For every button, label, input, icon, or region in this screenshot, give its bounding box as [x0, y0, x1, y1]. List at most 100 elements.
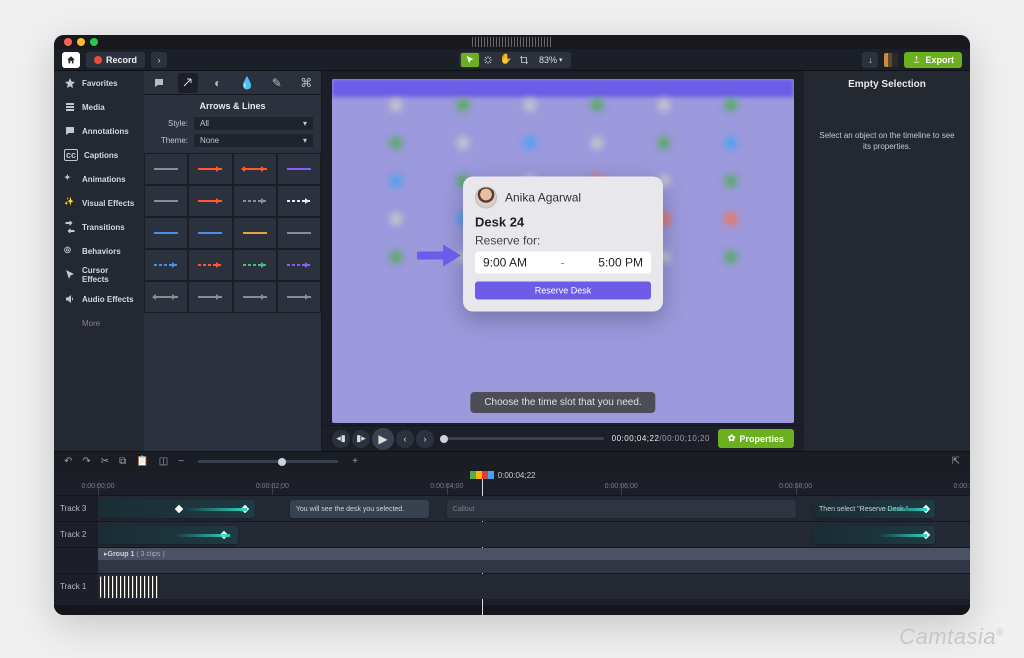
clip[interactable]: You will see the desk you selected. — [290, 500, 430, 518]
track-lane[interactable] — [98, 522, 970, 547]
tracks: Track 3You will see the desk you selecte… — [54, 495, 970, 605]
annotation-item[interactable] — [277, 281, 321, 313]
reserve-desk-button[interactable]: Reserve Desk — [475, 282, 651, 300]
clip[interactable]: Then select "Reserve Desk." — [813, 500, 935, 518]
zoom-level[interactable]: 83%▾ — [533, 55, 569, 65]
topbar: Record › ✋ 83%▾ ↓ Export — [54, 49, 970, 71]
annotation-item[interactable] — [144, 249, 188, 281]
cut-button[interactable]: ✂ — [101, 456, 109, 467]
annotation-item[interactable] — [188, 153, 232, 185]
annotation-item[interactable] — [277, 217, 321, 249]
home-button[interactable] — [62, 52, 80, 68]
annotation-item[interactable] — [144, 185, 188, 217]
annotation-item[interactable] — [188, 249, 232, 281]
step-forward-button[interactable]: › — [416, 430, 434, 448]
anno-tab-keystroke[interactable]: ⌘ — [296, 73, 316, 93]
track-label[interactable]: Track 3 — [54, 496, 98, 521]
annotation-item[interactable] — [233, 153, 277, 185]
annotation-item[interactable] — [144, 281, 188, 313]
track-label[interactable]: Track 1 — [54, 574, 98, 599]
crop-tool[interactable] — [515, 53, 533, 67]
track-lane[interactable]: You will see the desk you selected. Callo… — [98, 496, 970, 521]
annotation-item[interactable] — [188, 185, 232, 217]
minimize-window-button[interactable] — [77, 38, 85, 46]
timeline-ruler[interactable]: 0:00:04;22 0:00:00;000:00:02;000:00:04;0… — [54, 471, 970, 495]
clip[interactable] — [98, 500, 255, 518]
select-tool[interactable] — [461, 53, 479, 67]
prev-frame-button[interactable]: ◂▮ — [332, 430, 350, 448]
annotation-item[interactable] — [233, 185, 277, 217]
timeline-zoom-slider[interactable] — [198, 460, 338, 463]
timeline-scrollbar[interactable] — [54, 605, 970, 615]
stage: Anika Agarwal Desk 24 Reserve for: 9:00 … — [332, 79, 794, 423]
properties-button[interactable]: ✿ Properties — [718, 429, 794, 448]
media-clip[interactable] — [100, 576, 160, 598]
avatar — [475, 187, 497, 209]
annotations-title: Arrows & Lines — [144, 95, 321, 115]
track-label[interactable] — [54, 548, 98, 573]
sidebar-item-more[interactable]: More — [54, 311, 144, 335]
sidebar-item-favorites[interactable]: Favorites — [54, 71, 144, 95]
annotation-item[interactable] — [188, 281, 232, 313]
group-header[interactable]: ▸ Group 1 ( 3 clips ) — [98, 548, 970, 560]
playhead-marker[interactable] — [470, 471, 494, 479]
zoom-out-button[interactable]: − — [178, 456, 184, 467]
maximize-window-button[interactable] — [90, 38, 98, 46]
sidebar-item-transitions[interactable]: Transitions — [54, 215, 144, 239]
split-button[interactable]: ◫ — [159, 456, 168, 467]
annotation-item[interactable] — [233, 249, 277, 281]
sidebar-item-behaviors[interactable]: ◎Behaviors — [54, 239, 144, 263]
anno-tab-shapes[interactable]: ◐ — [208, 73, 228, 93]
redo-button[interactable]: ↷ — [82, 456, 90, 467]
record-button[interactable]: Record — [86, 52, 145, 68]
style-select[interactable]: All▾ — [194, 117, 313, 130]
annotation-item[interactable] — [144, 153, 188, 185]
step-back-button[interactable]: ‹ — [396, 430, 414, 448]
track-label[interactable]: Track 2 — [54, 522, 98, 547]
play-button[interactable]: ▶ — [372, 428, 394, 450]
clip[interactable]: Callout — [447, 500, 796, 518]
annotation-item[interactable] — [144, 217, 188, 249]
annotation-item[interactable] — [277, 185, 321, 217]
annotation-item[interactable] — [277, 249, 321, 281]
sidebar-item-annotations[interactable]: Annotations — [54, 119, 144, 143]
app-window: Record › ✋ 83%▾ ↓ Export Favorites Media… — [54, 35, 970, 615]
ruler-tick: 0:00:10;00 — [953, 483, 970, 490]
track-lane[interactable] — [98, 574, 970, 599]
anno-tab-arrows[interactable] — [178, 73, 198, 93]
download-button[interactable]: ↓ — [862, 52, 878, 68]
close-window-button[interactable] — [64, 38, 72, 46]
annotation-item[interactable] — [277, 153, 321, 185]
record-dropdown[interactable]: › — [151, 52, 167, 68]
undo-button[interactable]: ↶ — [64, 456, 72, 467]
anno-tab-sketch[interactable]: ✎ — [267, 73, 287, 93]
annotation-item[interactable] — [233, 217, 277, 249]
sidebar-item-media[interactable]: Media — [54, 95, 144, 119]
detach-timeline-button[interactable]: ⇱ — [952, 456, 960, 467]
canvas[interactable]: Anika Agarwal Desk 24 Reserve for: 9:00 … — [322, 71, 804, 425]
annotation-type-tabs: ◐ 💧 ✎ ⌘ — [144, 71, 321, 95]
export-button[interactable]: Export — [904, 52, 962, 68]
clip[interactable] — [813, 526, 935, 544]
zoom-in-button[interactable]: + — [352, 456, 358, 467]
sidebar-item-cursor-effects[interactable]: Cursor Effects — [54, 263, 144, 287]
next-frame-button[interactable]: ▮▸ — [352, 430, 370, 448]
pan-tool[interactable] — [479, 53, 497, 67]
paste-button[interactable]: 📋 — [136, 456, 148, 467]
annotation-item[interactable] — [233, 281, 277, 313]
annotation-item[interactable] — [188, 217, 232, 249]
anno-tab-callouts[interactable] — [149, 73, 169, 93]
sidebar-item-animations[interactable]: ✦Animations — [54, 167, 144, 191]
track-lane[interactable]: ▸ Group 1 ( 3 clips ) — [98, 548, 970, 573]
hand-tool[interactable]: ✋ — [497, 53, 515, 67]
theme-select[interactable]: None▾ — [194, 134, 313, 147]
anno-tab-blur[interactable]: 💧 — [237, 73, 257, 93]
sidebar-item-captions[interactable]: ccCaptions — [54, 143, 144, 167]
sidebar-item-audio-effects[interactable]: Audio Effects — [54, 287, 144, 311]
style-label: Style: — [152, 119, 188, 128]
clip[interactable] — [98, 526, 238, 544]
sidebar-item-visual-effects[interactable]: ✨Visual Effects — [54, 191, 144, 215]
playbar: ◂▮ ▮▸ ▶ ‹ › 00:00;04;22/00:00;10;20 ✿ Pr… — [322, 425, 804, 451]
play-slider[interactable] — [442, 437, 604, 440]
copy-button[interactable]: ⧉ — [119, 456, 126, 467]
